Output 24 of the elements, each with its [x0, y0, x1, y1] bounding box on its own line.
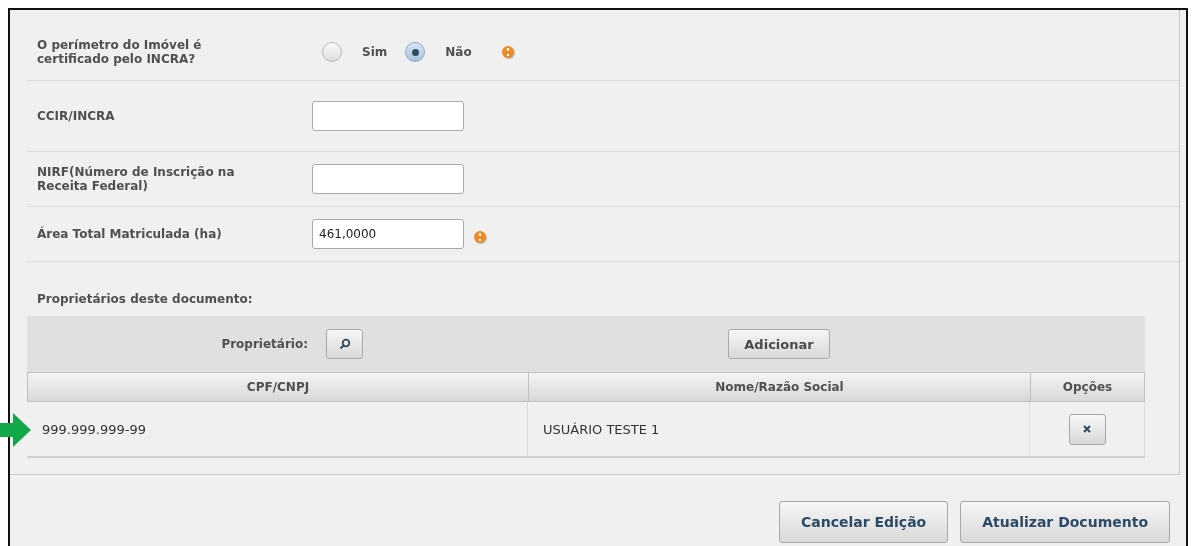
column-header: Opções [1030, 372, 1145, 402]
input-field[interactable]: 461,0000 [312, 219, 464, 249]
radio-label: Não [445, 45, 472, 59]
radio-button[interactable] [322, 42, 342, 62]
radio-button[interactable] [405, 42, 426, 62]
close-icon [1083, 425, 1091, 433]
owner-label: Proprietário: [221, 337, 308, 351]
table-cell: USUÁRIO TESTE 1 [528, 402, 1030, 456]
field-label: CCIR/INCRA [37, 109, 116, 123]
section-title: Proprietários deste documento: [36, 291, 254, 308]
search-button[interactable] [326, 329, 363, 359]
radio-label: Sim [362, 45, 388, 59]
input-field[interactable] [312, 101, 464, 131]
add-button[interactable]: Adicionar [728, 329, 830, 359]
field-label: Área Total Matriculada (ha) [37, 227, 223, 241]
input-field[interactable] [312, 164, 464, 194]
delete-button[interactable] [1068, 413, 1106, 445]
search-icon [338, 338, 351, 350]
field-label: O perímetro do Imóvel é certificado pelo INCRA? [37, 38, 203, 66]
action-button[interactable]: Cancelar Edição [778, 501, 949, 543]
field-label: NIRF(Número de Inscrição na Receita Federal) [37, 165, 236, 193]
column-header: Nome/Razão Social [528, 372, 1030, 402]
column-header: CPF/CNPJ [27, 372, 528, 402]
action-button[interactable]: Atualizar Documento [960, 501, 1170, 543]
